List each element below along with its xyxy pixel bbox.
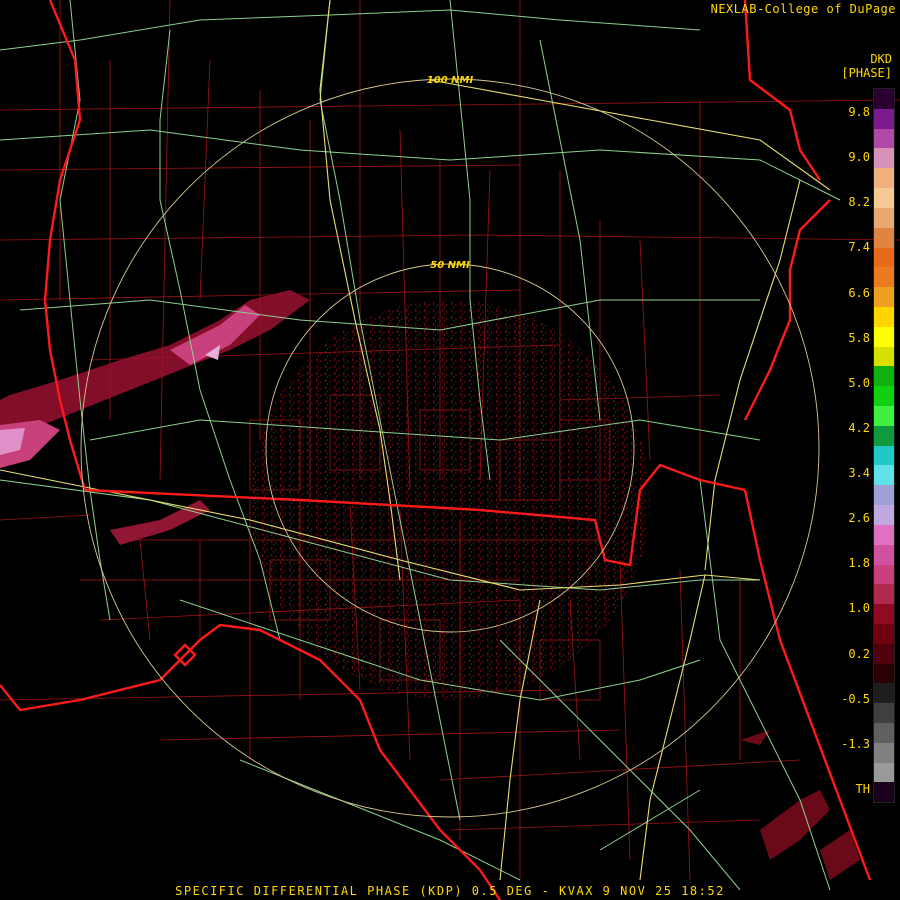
product-label: DKD [PHASE]	[841, 52, 892, 80]
colorbar-swatch	[874, 425, 894, 446]
colorbar-ticks: 9.8 9.0 8.2 7.4 6.6 5.8 5.0 4.2 3.4 2.6 1.8 1.0 0.2 -…	[836, 88, 870, 801]
colorbar-swatch	[874, 366, 894, 387]
colorbar-tick-label: -1.3	[841, 736, 870, 751]
colorbar-swatch	[874, 326, 894, 347]
colorbar-swatch	[874, 128, 894, 149]
colorbar-tick-label: 4.2	[848, 420, 870, 435]
colorbar-swatch	[874, 227, 894, 248]
colorbar-tick-label: -0.5	[841, 691, 870, 706]
colorbar-swatch	[874, 505, 894, 525]
colorbar-swatch	[874, 782, 894, 803]
colorbar-swatch	[874, 108, 894, 129]
colorbar-tick-label: 2.6	[848, 511, 870, 526]
colorbar-swatch	[874, 386, 894, 406]
colorbar-swatch	[874, 564, 894, 585]
colorbar-swatch	[874, 742, 894, 763]
colorbar-swatch	[874, 287, 894, 307]
colorbar-swatch	[874, 168, 894, 189]
colorbar-swatch	[874, 762, 894, 783]
colorbar-swatch	[874, 465, 894, 486]
colorbar-swatch	[874, 267, 894, 288]
colorbar-swatch	[874, 406, 894, 426]
radar-map: 50 NMI 100 NMI	[0, 0, 900, 900]
colorbar-swatch	[874, 703, 894, 723]
colorbar-swatch	[874, 188, 894, 208]
colorbar-tick-label: 9.0	[848, 150, 870, 165]
colorbar-tick-label: 7.4	[848, 240, 870, 255]
colorbar-tick-label: 8.2	[848, 195, 870, 210]
colorbar-tick-label: 1.8	[848, 556, 870, 571]
colorbar-swatch	[874, 663, 894, 684]
colorbar-swatch	[874, 445, 894, 466]
colorbar-tick-label: 5.0	[848, 375, 870, 390]
product-units: [PHASE]	[841, 66, 892, 80]
colorbar-swatch	[874, 247, 894, 268]
colorbar-tick-label: 1.0	[848, 601, 870, 616]
colorbar-tick-label: 6.6	[848, 285, 870, 300]
colorbar-tick-label: 5.8	[848, 330, 870, 345]
colorbar-tick-label: 3.4	[848, 466, 870, 481]
colorbar-swatch	[874, 148, 894, 169]
colorbar-swatch	[874, 584, 894, 605]
colorbar-swatch	[874, 643, 894, 664]
colorbar-swatch	[874, 723, 894, 743]
product-code: DKD	[870, 52, 892, 66]
credit-label: NEXLAB-College of DuPage	[710, 2, 896, 16]
colorbar-swatch	[874, 524, 894, 545]
colorbar-swatch	[874, 623, 894, 644]
colorbar-swatch	[874, 306, 894, 327]
colorbar-tick-label: 9.8	[848, 105, 870, 119]
colorbar-swatch	[874, 89, 894, 109]
colorbar	[873, 88, 895, 803]
colorbar-swatch	[874, 346, 894, 367]
colorbar-swatch	[874, 683, 894, 704]
product-caption: SPECIFIC DIFFERENTIAL PHASE (KDP) 0.5 DE…	[175, 884, 725, 898]
ring-label-100nmi: 100 NMI	[427, 75, 474, 86]
colorbar-swatch	[874, 604, 894, 624]
colorbar-swatch	[874, 207, 894, 228]
colorbar-swatch	[874, 544, 894, 565]
colorbar-swatch	[874, 485, 894, 506]
colorbar-tick-label: TH	[855, 782, 870, 796]
ring-label-50nmi: 50 NMI	[430, 260, 470, 271]
colorbar-tick-label: 0.2	[848, 646, 870, 661]
